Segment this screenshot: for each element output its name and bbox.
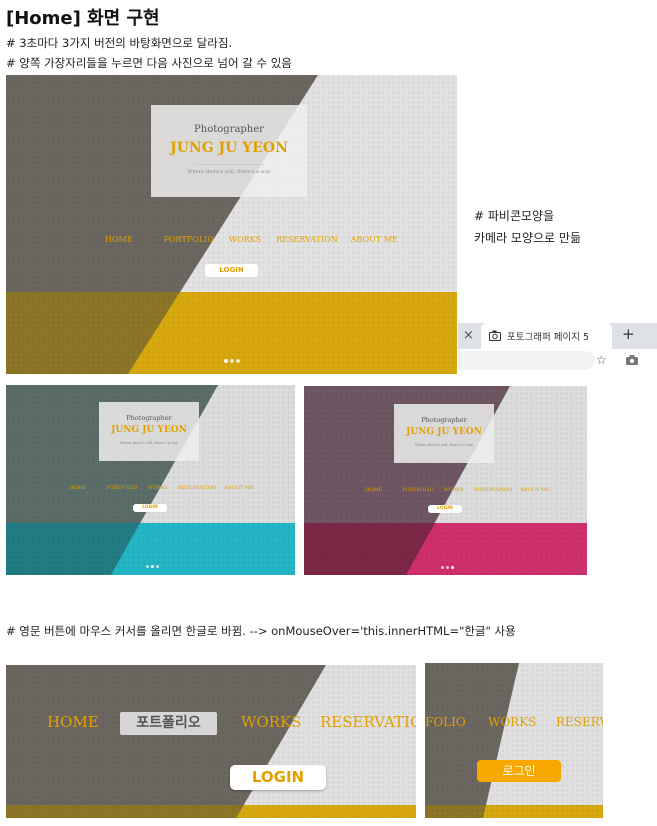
nav-home[interactable]: HOME xyxy=(69,485,86,491)
nav-home[interactable]: HOME xyxy=(47,713,99,731)
nav-works[interactable]: WORKS xyxy=(148,485,168,491)
page-title: [Home] 화면 구현 xyxy=(6,8,160,29)
nav-portfolio[interactable]: PORTFOLIO xyxy=(106,485,137,491)
nav-reservation[interactable]: RESERVATION xyxy=(320,713,416,731)
intro-card-pink: Photographer JUNG JU YEON Where there's … xyxy=(394,404,494,463)
slide-dot-1[interactable] xyxy=(441,566,444,569)
tab-title: 포토그래퍼 페이지 5 xyxy=(507,332,589,343)
photographer-label: Photographer xyxy=(194,124,264,135)
slide-dot-1[interactable] xyxy=(146,565,149,568)
main-nav: HOME PORTFOLIO WORKS RESERVATION ABOUT M… xyxy=(105,235,398,244)
nav-portfolio-hover[interactable]: 포트폴리오 xyxy=(120,712,217,735)
intro-card-cyan: Photographer JUNG JU YEON Where there's … xyxy=(99,402,199,461)
note-edge-click: # 양쪽 가장자리들을 누르면 다음 사진으로 넘어 갈 수 있음 xyxy=(6,56,292,70)
slide-dot-1[interactable] xyxy=(224,359,228,363)
close-tab-icon[interactable]: × xyxy=(463,328,474,343)
slide-indicator[interactable] xyxy=(441,566,454,569)
slide-indicator[interactable] xyxy=(146,565,159,568)
intro-card: Photographer JUNG JU YEON Where there's … xyxy=(151,105,307,197)
login-button-hover[interactable]: 로그인 xyxy=(477,760,561,782)
nav-reservation[interactable]: RESERVATION xyxy=(276,235,338,244)
nav-portfolio[interactable]: PORTFOLIO xyxy=(164,235,214,244)
nav-home[interactable]: HOME xyxy=(105,235,133,244)
zoom-nav-hover: HOME 포트폴리오 WORKS RESERVATION LOGIN xyxy=(6,665,416,818)
slide-dot-2[interactable] xyxy=(230,359,234,363)
main-nav-pink: HOME PORTFOLIO WORKS RESERVATION ABOUT M… xyxy=(365,487,550,493)
login-button[interactable]: LOGIN xyxy=(205,264,258,277)
nav-reservation[interactable]: RESERVATION xyxy=(474,487,512,493)
slide-dot-3[interactable] xyxy=(451,566,454,569)
slide-dot-2[interactable] xyxy=(446,566,449,569)
nav-home[interactable]: HOME xyxy=(365,487,382,493)
nav-works[interactable]: WORKS xyxy=(229,235,261,244)
nav-works[interactable]: WORKS xyxy=(444,487,464,493)
note-slideshow: # 3초마다 3가지 버전의 바탕화면으로 달라짐. xyxy=(6,36,233,50)
hero-screenshot-yellow: Photographer JUNG JU YEON Where there's … xyxy=(6,75,457,374)
main-nav-cyan: HOME PORTFOLIO WORKS RESERVATION ABOUT M… xyxy=(69,485,254,491)
camera-icon[interactable] xyxy=(626,355,638,365)
photographer-name: JUNG JU YEON xyxy=(111,425,187,435)
nav-about[interactable]: ABOUT ME xyxy=(520,487,549,493)
new-tab-icon[interactable]: + xyxy=(622,325,635,343)
zoom-login-hover: FOLIO WORKS RESERV 로그인 xyxy=(425,663,603,818)
photographer-name: JUNG JU YEON xyxy=(406,427,482,437)
hero-screenshot-pink: Photographer JUNG JU YEON Where there's … xyxy=(304,386,587,575)
photographer-label: Photographer xyxy=(126,414,172,422)
nav-works[interactable]: WORKS xyxy=(488,715,536,729)
nav-portfolio-cropped[interactable]: FOLIO xyxy=(425,715,466,729)
login-button[interactable]: LOGIN xyxy=(230,765,326,790)
card-divider xyxy=(194,164,264,165)
nav-portfolio[interactable]: PORTFOLIO xyxy=(402,487,433,493)
photographer-name: JUNG JU YEON xyxy=(170,140,288,156)
camera-favicon-icon xyxy=(489,330,501,341)
slide-indicator[interactable] xyxy=(224,359,240,363)
slide-dot-3[interactable] xyxy=(156,565,159,568)
nav-reservation[interactable]: RESERVATION xyxy=(178,485,216,491)
nav-reservation-cropped[interactable]: RESERV xyxy=(556,715,603,729)
slide-dot-2[interactable] xyxy=(151,565,154,568)
tagline: Where there's will, there's a way xyxy=(414,443,474,447)
nav-works[interactable]: WORKS xyxy=(241,713,302,731)
nav-about[interactable]: ABOUT ME xyxy=(351,235,398,244)
photographer-label: Photographer xyxy=(421,416,467,424)
note-favicon-2: 카메라 모양으로 만듦 xyxy=(474,231,581,245)
login-button[interactable]: LOGIN xyxy=(428,505,462,513)
tagline: Where there's will, there's a way xyxy=(187,169,271,175)
bookmark-star-icon[interactable]: ☆ xyxy=(596,353,607,367)
nav-about[interactable]: ABOUT ME xyxy=(224,485,253,491)
hero-screenshot-cyan: Photographer JUNG JU YEON Where there's … xyxy=(6,385,295,575)
address-bar[interactable] xyxy=(458,351,595,370)
note-hover: # 영문 버튼에 마우스 커서를 올리면 한글로 바뀜. --> onMouse… xyxy=(6,624,516,638)
tagline: Where there's will, there's a way xyxy=(119,441,179,445)
login-button[interactable]: LOGIN xyxy=(133,504,167,512)
note-favicon-1: # 파비콘모양을 xyxy=(474,209,555,223)
slide-dot-3[interactable] xyxy=(236,359,240,363)
